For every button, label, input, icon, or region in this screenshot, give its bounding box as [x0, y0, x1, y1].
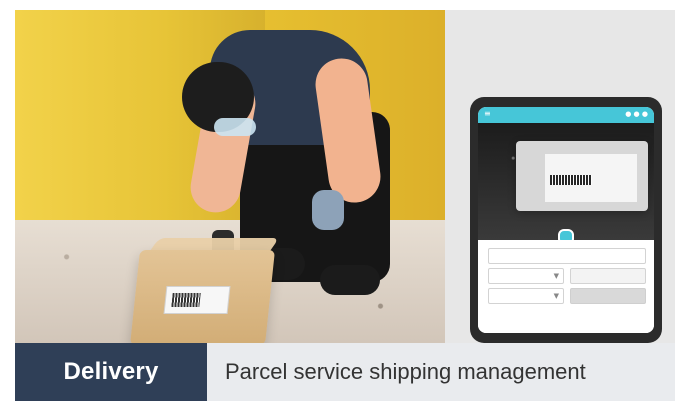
app-status-bar: ≡ ● ● ●: [478, 107, 654, 123]
banner-description-text: Parcel service shipping management: [225, 359, 586, 384]
face-mask: [214, 118, 256, 136]
chevron-down-icon: ▼: [553, 292, 559, 300]
tablet-device: ≡ ● ● ● ▼ ▼: [470, 97, 662, 343]
dropdown-2[interactable]: ▼: [488, 288, 564, 304]
form-field-1[interactable]: [488, 248, 646, 264]
dropdown-1[interactable]: ▼: [488, 268, 564, 284]
tablet-screen: ≡ ● ● ● ▼ ▼: [478, 107, 654, 333]
banner-category-label: Delivery: [63, 358, 159, 385]
form-field-2[interactable]: [570, 268, 646, 284]
shoe-right: [320, 265, 380, 295]
submit-button[interactable]: [570, 288, 646, 304]
camera-preview: [478, 123, 654, 245]
status-icons: ● ● ●: [625, 110, 648, 118]
glove: [312, 190, 344, 230]
scan-form: ▼ ▼: [478, 240, 654, 333]
chevron-down-icon: ▼: [553, 272, 559, 280]
hamburger-menu-icon[interactable]: ≡: [484, 110, 492, 118]
parcel-label: [163, 286, 231, 314]
camera-barcode: [550, 175, 592, 185]
delivery-photo: [15, 10, 445, 343]
banner-description: Parcel service shipping management: [207, 343, 675, 401]
image-frame: ≡ ● ● ● ▼ ▼ Delivery Parcel service ship…: [0, 0, 675, 401]
banner-category: Delivery: [15, 343, 207, 401]
barcode: [171, 293, 201, 307]
